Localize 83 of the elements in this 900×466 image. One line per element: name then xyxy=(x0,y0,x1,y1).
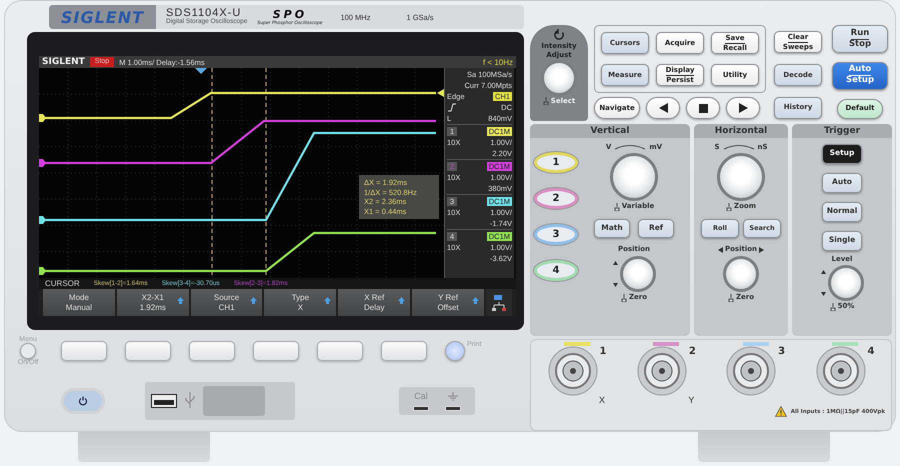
input-number: 4 xyxy=(868,346,874,358)
soft-key[interactable] xyxy=(125,341,171,361)
channel-button[interactable]: 4 xyxy=(534,260,578,281)
brand-logo: SIGLENT xyxy=(49,5,156,29)
soft-menu-item[interactable]: X2-X1 1.92ms xyxy=(116,289,189,316)
left-triangle-icon xyxy=(658,103,668,113)
right-triangle-icon xyxy=(738,103,748,113)
bnc-connector-icon xyxy=(726,346,776,396)
rotate-icon xyxy=(553,29,565,41)
axis-label: X xyxy=(598,396,605,406)
cal-label: Cal xyxy=(414,392,428,400)
channel-button[interactable]: 3 xyxy=(534,224,578,245)
channel-button[interactable]: 1 xyxy=(534,152,578,173)
intensity-knob[interactable] xyxy=(541,60,577,96)
soft-menu-item[interactable]: Source CH1 xyxy=(190,289,262,316)
stop-button[interactable] xyxy=(686,97,720,119)
push-icon xyxy=(542,97,549,106)
rising-edge-icon xyxy=(447,103,457,112)
trigger-frequency-text: f < 10Hz xyxy=(482,58,513,66)
adjust-arrow-icon xyxy=(250,297,258,304)
adjust-arrow-icon xyxy=(176,297,184,304)
series-logo: SPO xyxy=(272,8,308,21)
action-button[interactable]: Run Stop xyxy=(832,25,888,53)
usb-port-icon xyxy=(151,394,177,408)
soft-menu-item[interactable]: Mode Manual xyxy=(43,289,115,316)
position-knob[interactable] xyxy=(620,256,656,292)
adjust-arrow-icon xyxy=(472,297,479,304)
section-title: Horizontal xyxy=(694,124,788,138)
up-down-arrows-icon xyxy=(820,270,826,296)
square-icon xyxy=(698,104,708,112)
section-title: Vertical xyxy=(530,124,690,138)
soft-key[interactable] xyxy=(253,341,299,361)
bnc-connector-icon xyxy=(816,346,866,396)
soft-key[interactable] xyxy=(189,341,235,361)
previous-button[interactable] xyxy=(646,97,680,119)
push-icon xyxy=(728,294,734,302)
arc-arrow-icon xyxy=(613,144,648,150)
right-triangle-icon xyxy=(759,247,764,254)
next-button[interactable] xyxy=(726,97,760,119)
adjust-arrow-icon xyxy=(324,297,332,304)
channel-marker-icon xyxy=(39,114,46,122)
soft-menu-item[interactable]: Type X xyxy=(264,289,336,316)
cal-terminal xyxy=(413,406,429,410)
channel-marker-icon xyxy=(39,216,46,224)
push-icon xyxy=(830,303,836,312)
screen-logo: SIGLENT xyxy=(42,57,85,67)
position-knob[interactable] xyxy=(723,256,759,292)
usb-icon xyxy=(185,392,195,410)
input-number: 1 xyxy=(600,346,606,358)
power-icon xyxy=(78,396,88,406)
bnc-connector-icon xyxy=(548,346,598,396)
level-knob[interactable] xyxy=(828,265,864,302)
action-button[interactable]: Auto Setup xyxy=(832,62,888,90)
soft-key[interactable] xyxy=(61,341,107,361)
power-button[interactable] xyxy=(61,388,105,414)
model-name: SDS1104X-U xyxy=(166,8,242,20)
ground-icon xyxy=(447,392,459,400)
channel-button[interactable]: 2 xyxy=(534,188,578,209)
axis-label: Y xyxy=(688,396,694,406)
push-icon xyxy=(614,203,620,212)
input-number: 3 xyxy=(778,346,786,358)
menu-title: CURSOR xyxy=(45,279,80,288)
left-triangle-icon xyxy=(718,247,723,254)
soft-key[interactable] xyxy=(317,341,363,361)
adjust-arrow-icon xyxy=(398,297,406,304)
volts-knob[interactable] xyxy=(610,153,658,202)
up-down-arrows-icon xyxy=(612,260,618,287)
channel-marker-icon xyxy=(39,267,46,275)
soft-key[interactable] xyxy=(381,341,427,361)
arc-arrow-icon xyxy=(722,144,756,150)
time-knob[interactable] xyxy=(717,153,765,202)
bnc-connector-icon xyxy=(636,346,687,396)
warning-icon xyxy=(774,406,787,418)
channel-marker-icon xyxy=(39,159,46,167)
card-slot xyxy=(203,386,265,416)
soft-menu-item[interactable]: Y Ref Offset xyxy=(412,289,484,316)
input-number: 2 xyxy=(688,346,696,358)
soft-menu-item[interactable]: X Ref Delay xyxy=(338,289,410,316)
network-icon xyxy=(492,294,506,312)
ground-terminal xyxy=(445,406,461,410)
push-icon xyxy=(620,294,627,302)
section-title: Trigger xyxy=(792,124,892,138)
push-icon xyxy=(726,203,732,212)
